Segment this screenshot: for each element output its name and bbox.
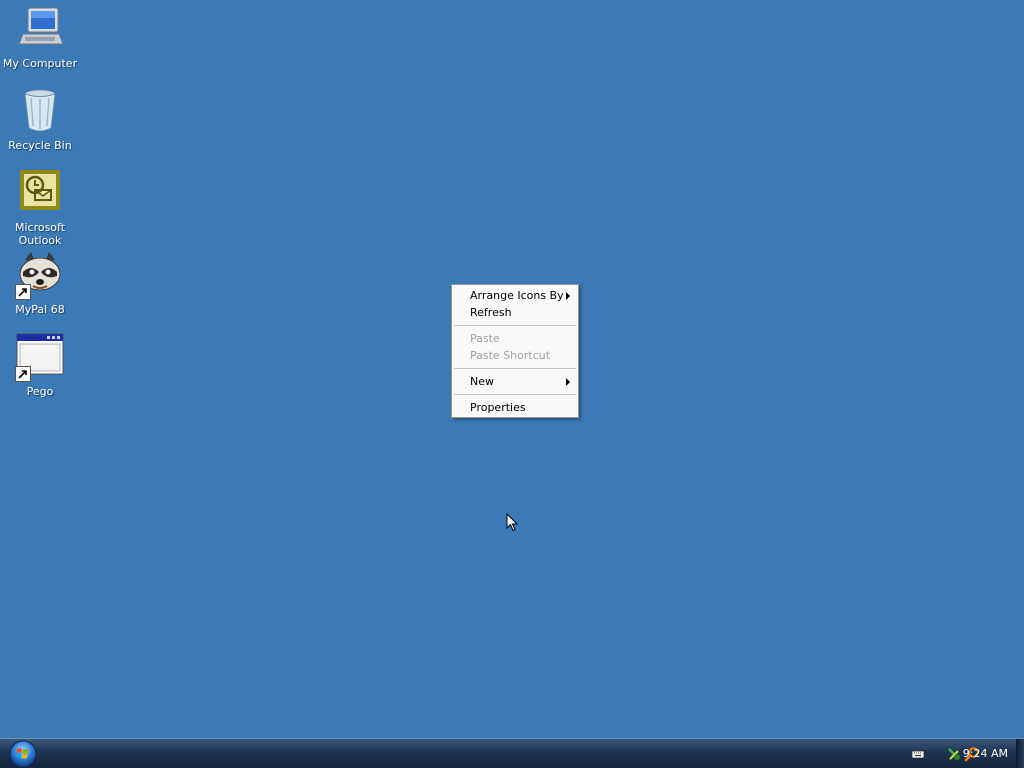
menu-item-arrange-icons-by[interactable]: Arrange Icons By [452,287,578,304]
submenu-arrow-icon [566,292,570,300]
recycle-bin-icon [15,86,65,136]
taskbar-clock[interactable]: 9:24 AM [963,747,1008,760]
menu-item-label: New [470,375,494,388]
shortcut-arrow-icon [15,284,31,300]
desktop-icon-recycle-bin[interactable]: Recycle Bin [0,86,80,152]
desktop-context-menu: Arrange Icons By Refresh Paste Paste Sho… [451,284,579,418]
desktop-icon-label: Microsoft Outlook [14,221,66,247]
desktop-icon-mypal-68[interactable]: MyPal 68 [0,250,80,316]
menu-separator [454,368,576,369]
window-icon [15,332,65,382]
computer-icon [15,4,65,54]
mouse-cursor-icon [506,513,519,532]
menu-item-label: Refresh [470,306,512,319]
menu-item-paste-shortcut: Paste Shortcut [452,347,578,364]
menu-item-label: Arrange Icons By [470,289,564,302]
menu-item-label: Paste [470,332,500,345]
menu-item-paste: Paste [452,330,578,347]
desktop-icon-my-computer[interactable]: My Computer [0,4,80,70]
windows-orb-icon[interactable] [9,740,37,768]
keyboard-icon[interactable] [910,746,926,762]
menu-separator [454,325,576,326]
system-tray: 9:24 AM [874,739,1024,768]
menu-item-new[interactable]: New [452,373,578,390]
desktop-icon-label: Pego [26,385,54,398]
show-desktop-button[interactable] [1016,739,1024,768]
menu-item-label: Paste Shortcut [470,349,551,362]
shortcut-arrow-icon [15,366,31,382]
outlook-icon [15,168,65,218]
desktop-icon-label: Recycle Bin [8,139,72,152]
submenu-arrow-icon [566,378,570,386]
desktop-icon-label: MyPal 68 [15,303,65,316]
desktop-icon-microsoft-outlook[interactable]: Microsoft Outlook [0,168,80,247]
network-icon[interactable] [946,746,962,762]
menu-item-label: Properties [470,401,526,414]
menu-separator [454,394,576,395]
taskbar: 9:24 AM [0,738,1024,768]
menu-item-properties[interactable]: Properties [452,399,578,416]
menu-item-refresh[interactable]: Refresh [452,304,578,321]
desktop-icon-pego[interactable]: Pego [0,332,80,398]
desktop-icon-label: My Computer [2,57,78,70]
raccoon-icon [15,250,65,300]
desktop[interactable]: My Computer Recycle Bin Microsoft Outloo… [0,0,1024,738]
